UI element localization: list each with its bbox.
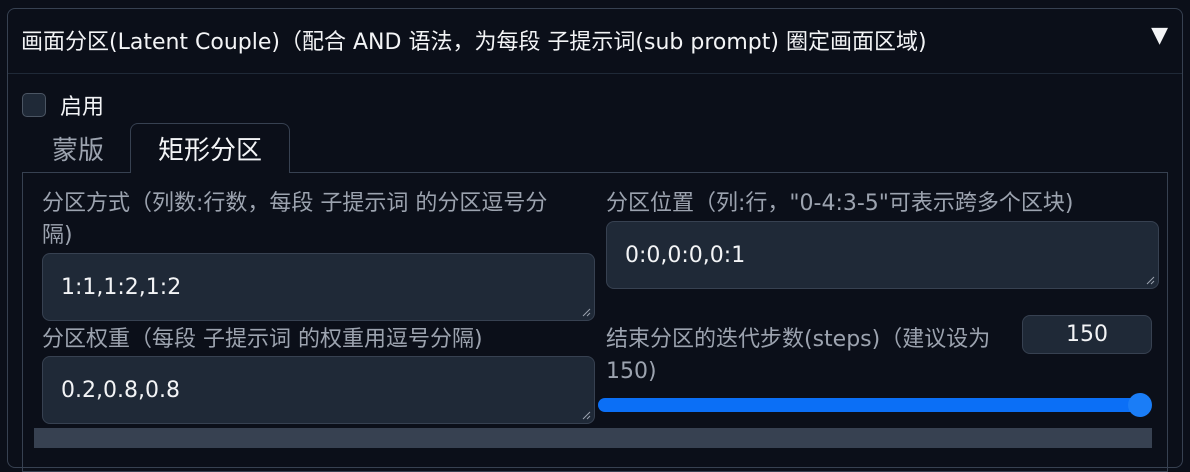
enable-checkbox[interactable] bbox=[22, 93, 46, 117]
enable-row[interactable]: 启用 bbox=[22, 89, 104, 121]
end-steps-label: 结束分区的迭代步数(steps)（建议设为 150) bbox=[606, 324, 990, 388]
end-steps-number-input[interactable]: 150 bbox=[1022, 315, 1152, 354]
resize-grip-icon[interactable] bbox=[1145, 275, 1155, 285]
enable-label[interactable]: 启用 bbox=[60, 89, 104, 121]
resize-grip-icon[interactable] bbox=[581, 307, 591, 317]
weights-label: 分区权重（每段 子提示词 的权重用逗号分隔) bbox=[42, 327, 483, 352]
end-steps-slider-track[interactable] bbox=[598, 398, 1143, 412]
divisions-label-line2: 隔) bbox=[42, 223, 73, 248]
collapse-triangle-icon[interactable]: ▼ bbox=[1151, 23, 1168, 48]
positions-label: 分区位置（列:行，"0-4:3-5"可表示跨多个区块) bbox=[606, 191, 1074, 216]
tab-mask[interactable]: 蒙版 bbox=[28, 123, 128, 173]
divisions-textarea[interactable]: 1:1,1:2,1:2 bbox=[42, 253, 595, 321]
end-steps-label-line2: 150) bbox=[606, 359, 657, 384]
weights-textarea[interactable]: 0.2,0.8,0.8 bbox=[42, 356, 595, 424]
title-divider bbox=[8, 73, 1182, 74]
panel-title[interactable]: 画面分区(Latent Couple)（配合 AND 语法，为每段 子提示词(s… bbox=[21, 24, 927, 56]
positions-textarea[interactable]: 0:0,0:0,0:1 bbox=[606, 221, 1159, 289]
end-steps-label-line1: 结束分区的迭代步数(steps)（建议设为 bbox=[606, 327, 991, 352]
end-steps-slider-thumb[interactable] bbox=[1128, 393, 1152, 417]
divisions-label-line1: 分区方式（列数:行数，每段 子提示词 的分区逗号分 bbox=[42, 191, 548, 216]
divisions-value: 1:1,1:2,1:2 bbox=[61, 274, 182, 300]
positions-value: 0:0,0:0,0:1 bbox=[625, 242, 746, 268]
tab-rect-division[interactable]: 矩形分区 bbox=[130, 123, 290, 173]
weights-value: 0.2,0.8,0.8 bbox=[61, 377, 180, 403]
resize-grip-icon[interactable] bbox=[581, 410, 591, 420]
divisions-label: 分区方式（列数:行数，每段 子提示词 的分区逗号分 隔) bbox=[42, 188, 547, 252]
bottom-partial-element bbox=[34, 428, 1152, 448]
